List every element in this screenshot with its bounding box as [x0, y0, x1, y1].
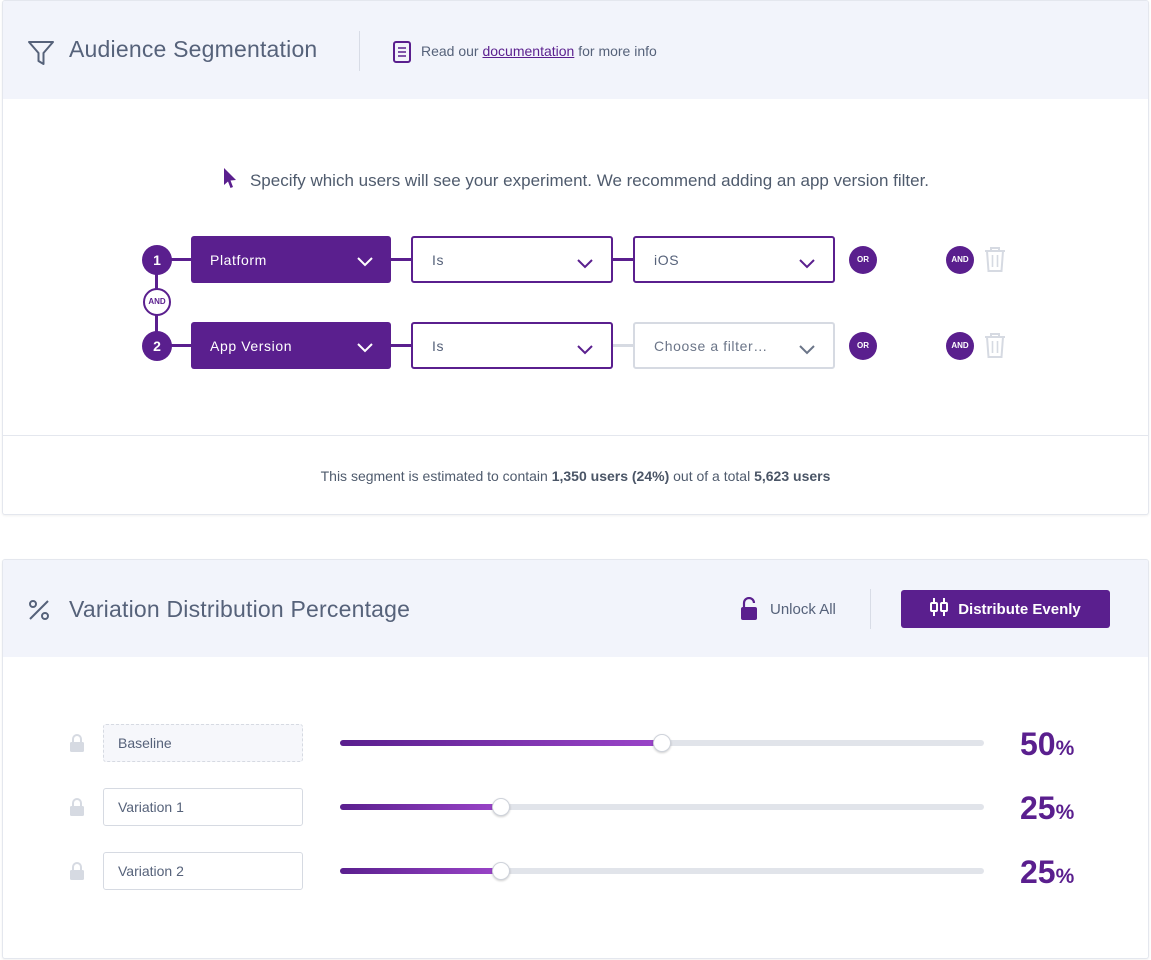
rule-1-and-button[interactable]: AND	[946, 246, 974, 274]
chevron-down-icon	[357, 254, 373, 270]
documentation-link[interactable]: documentation	[482, 43, 574, 59]
rule-1-or-button[interactable]: OR	[849, 246, 877, 274]
segmentation-header: Audience Segmentation Read our documenta…	[3, 1, 1148, 99]
documentation-note: Read our documentation for more info	[421, 43, 657, 59]
variation-2-name-input[interactable]: Variation 2	[103, 852, 303, 890]
rule-2-connector-a	[169, 344, 193, 347]
distribute-evenly-button[interactable]: Distribute Evenly	[901, 590, 1110, 628]
doc-prefix: Read our	[421, 43, 483, 59]
chevron-down-icon	[799, 342, 815, 358]
rule-1-field-value: Platform	[210, 251, 267, 268]
lock-icon[interactable]	[69, 733, 85, 758]
distribute-evenly-label: Distribute Evenly	[958, 600, 1081, 618]
slider-fill	[340, 804, 501, 810]
variation-1-name-input[interactable]: Variation 1	[103, 788, 303, 826]
percent-value: 50	[1020, 726, 1056, 762]
variation-distribution-card: Variation Distribution Percentage Unlock…	[2, 559, 1149, 959]
lock-icon[interactable]	[69, 797, 85, 822]
variation-1-percentage: 25%	[1020, 790, 1074, 827]
estimate-prefix: This segment is estimated to contain	[320, 468, 552, 484]
segmentation-hint: Specify which users will see your experi…	[3, 167, 1148, 194]
chevron-down-icon	[799, 256, 815, 272]
slider-thumb[interactable]	[653, 734, 671, 752]
estimate-users: 1,350 users (24%)	[551, 468, 670, 484]
percent-value: 25	[1020, 790, 1056, 826]
baseline-percentage: 50%	[1020, 726, 1074, 763]
rule-and-connector: AND	[143, 288, 171, 316]
chevron-down-icon	[577, 256, 593, 272]
header-divider	[359, 31, 360, 71]
header-divider	[870, 589, 871, 629]
percent-icon	[27, 598, 51, 627]
segmentation-divider	[3, 435, 1148, 436]
rule-2-operator-value: Is	[432, 337, 445, 354]
variation-1-slider[interactable]	[340, 798, 984, 816]
rule-1-connector-b	[391, 258, 413, 261]
rule-1-operator-value: Is	[432, 251, 445, 268]
slider-fill	[340, 740, 662, 746]
unlock-all-button[interactable]: Unlock All	[770, 601, 836, 618]
document-icon	[393, 41, 411, 68]
cursor-pointer-icon	[222, 167, 238, 194]
hint-text: Specify which users will see your experi…	[249, 170, 930, 190]
rule-2-and-button[interactable]: AND	[946, 332, 974, 360]
rule-1-trash-icon[interactable]	[983, 245, 1007, 278]
baseline-name-input[interactable]: Baseline	[103, 724, 303, 762]
rule-1-value: iOS	[654, 251, 680, 268]
percent-symbol: %	[1055, 737, 1075, 760]
slider-thumb[interactable]	[492, 862, 510, 880]
rule-1-number: 1	[142, 245, 172, 275]
rule-2-field-value: App Version	[210, 337, 293, 354]
baseline-slider[interactable]	[340, 734, 984, 752]
rule-1-operator-select[interactable]: Is	[411, 236, 613, 283]
sliders-icon	[930, 597, 949, 621]
doc-suffix: for more info	[574, 43, 657, 59]
percent-symbol: %	[1055, 865, 1075, 888]
estimate-middle: out of a total	[669, 468, 755, 484]
chevron-down-icon	[577, 342, 593, 358]
rule-2-connector-b	[391, 344, 413, 347]
lock-icon[interactable]	[69, 861, 85, 886]
segmentation-title: Audience Segmentation	[69, 36, 318, 62]
percent-value: 25	[1020, 854, 1056, 890]
slider-fill	[340, 868, 501, 874]
distribution-title: Variation Distribution Percentage	[69, 596, 411, 622]
distribution-header: Variation Distribution Percentage Unlock…	[3, 560, 1148, 657]
audience-segmentation-card: Audience Segmentation Read our documenta…	[2, 0, 1149, 515]
rule-2-trash-icon[interactable]	[983, 331, 1007, 364]
rule-2-connector-c	[613, 344, 635, 347]
rule-2-field-select[interactable]: App Version	[191, 322, 391, 369]
rule-2-value-select[interactable]: Choose a filter…	[633, 322, 835, 369]
unlock-icon[interactable]	[740, 596, 758, 626]
rule-1-connector-a	[169, 258, 193, 261]
rule-2-operator-select[interactable]: Is	[411, 322, 613, 369]
rule-1-value-select[interactable]: iOS	[633, 236, 835, 283]
filter-funnel-icon	[27, 39, 55, 72]
slider-thumb[interactable]	[492, 798, 510, 816]
chevron-down-icon	[357, 340, 373, 356]
rule-2-value-placeholder: Choose a filter…	[654, 337, 768, 354]
variation-2-percentage: 25%	[1020, 854, 1074, 891]
estimate-total: 5,623 users	[754, 468, 831, 484]
rule-2-or-button[interactable]: OR	[849, 332, 877, 360]
variation-2-slider[interactable]	[340, 862, 984, 880]
rule-1-connector-c	[613, 258, 635, 261]
rule-2-number: 2	[142, 331, 172, 361]
rule-1-field-select[interactable]: Platform	[191, 236, 391, 283]
percent-symbol: %	[1055, 801, 1075, 824]
segment-estimate: This segment is estimated to contain 1,3…	[3, 468, 1148, 484]
